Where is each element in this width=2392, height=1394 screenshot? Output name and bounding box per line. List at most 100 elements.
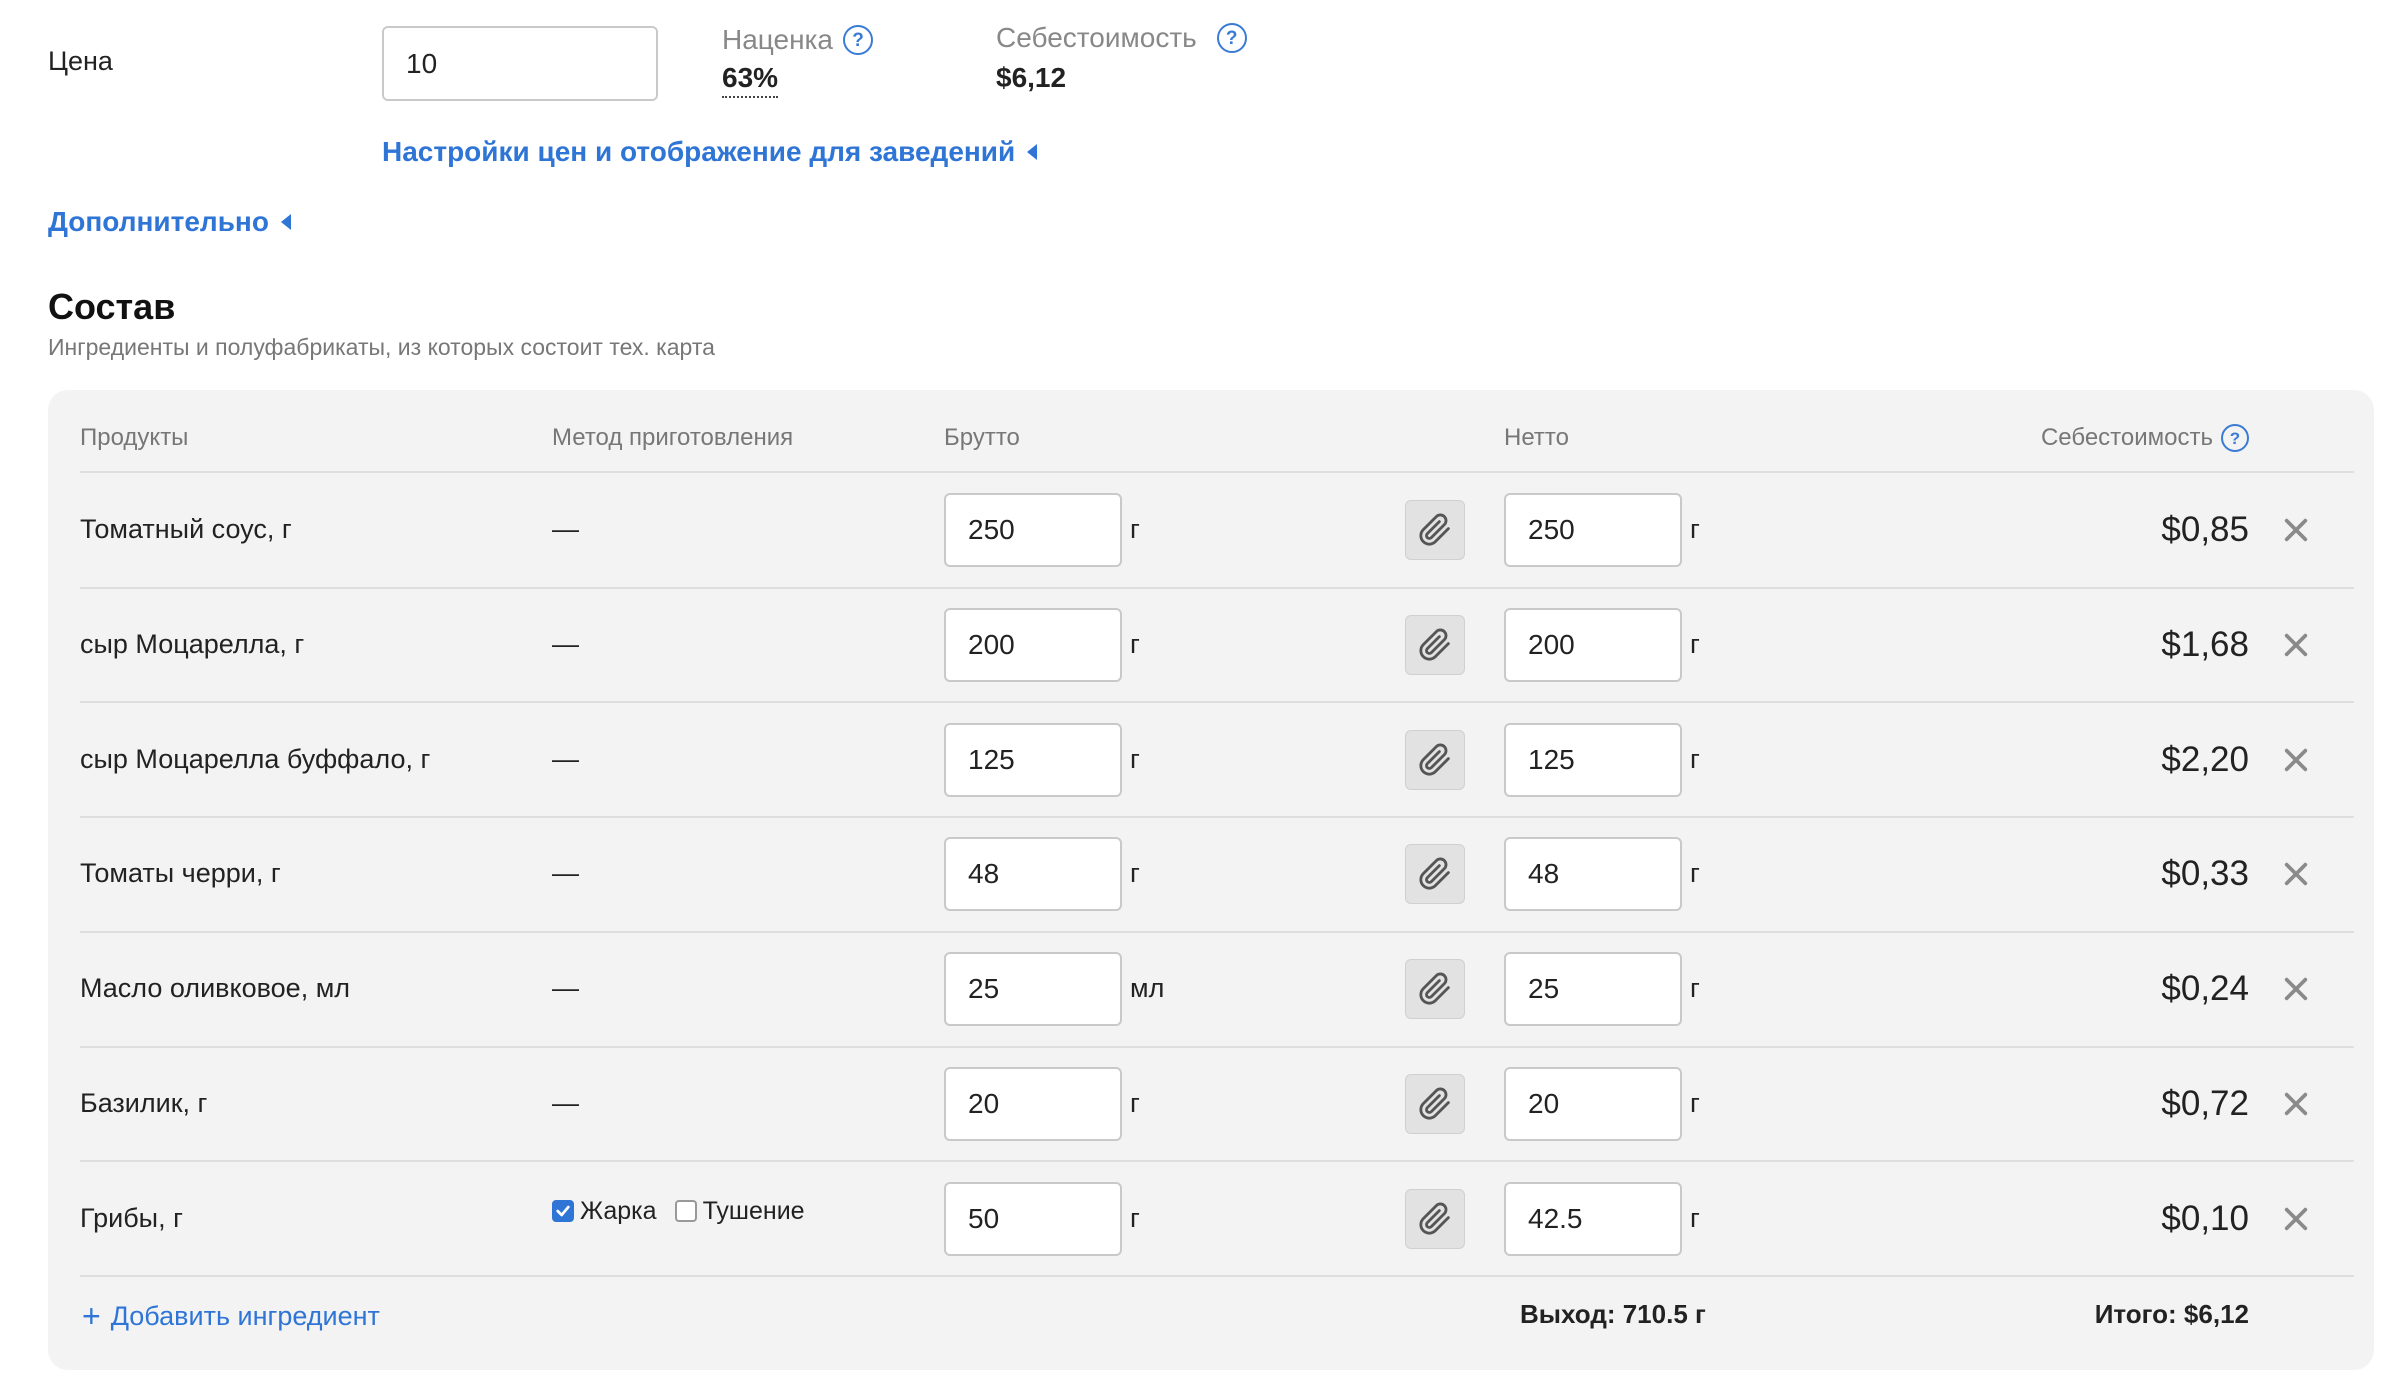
gross-unit: мл xyxy=(1130,973,1165,1004)
net-input[interactable] xyxy=(1504,952,1682,1027)
attach-button[interactable] xyxy=(1405,959,1465,1020)
attach-button[interactable] xyxy=(1405,1073,1465,1134)
remove-ingredient-button[interactable] xyxy=(2280,858,2312,890)
gross-unit: г xyxy=(1130,743,1140,774)
header-products: Продукты xyxy=(80,424,189,451)
net-unit: г xyxy=(1690,1087,1700,1118)
markup-help-icon[interactable]: ? xyxy=(843,25,873,55)
markup-value[interactable]: 63% xyxy=(722,62,779,98)
method-option-label: Тушение xyxy=(702,1196,805,1225)
cost-label: Себестоимость xyxy=(996,22,1197,53)
method-value: — xyxy=(552,973,579,1004)
remove-ingredient-button[interactable] xyxy=(2280,1088,2312,1120)
attach-button[interactable] xyxy=(1405,844,1465,905)
row-divider xyxy=(80,1274,2354,1277)
ingredient-name: Базилик, г xyxy=(80,1087,208,1118)
net-unit: г xyxy=(1690,973,1700,1004)
method-options: Жарка Тушение xyxy=(552,1197,805,1226)
method-value: — xyxy=(552,514,579,545)
ingredient-name: Томатный соус, г xyxy=(80,514,292,545)
composition-title: Состав xyxy=(48,286,176,327)
paperclip-icon xyxy=(1418,628,1452,662)
cost-help-icon[interactable]: ? xyxy=(1216,23,1247,53)
remove-ingredient-button[interactable] xyxy=(2280,629,2312,661)
close-icon xyxy=(2282,1090,2310,1118)
gross-unit: г xyxy=(1130,1087,1140,1118)
row-divider xyxy=(80,816,2354,819)
recipe-card-editor: Цена $ Наценка ? 63% Себестоимость ? $6,… xyxy=(0,0,2392,1394)
gross-input[interactable] xyxy=(944,608,1122,683)
paperclip-icon xyxy=(1418,743,1452,777)
row-divider xyxy=(80,586,2354,589)
attach-button[interactable] xyxy=(1405,1188,1465,1249)
ingredient-name: сыр Моцарелла, г xyxy=(80,629,305,660)
gross-input[interactable] xyxy=(944,1066,1122,1141)
yield-total: Выход: 710.5 г xyxy=(1520,1299,1706,1329)
remove-ingredient-button[interactable] xyxy=(2280,1203,2312,1235)
method-value: — xyxy=(552,1087,579,1118)
gross-input[interactable] xyxy=(944,952,1122,1027)
close-icon xyxy=(2282,1205,2310,1233)
remove-ingredient-button[interactable] xyxy=(2280,973,2312,1005)
add-ingredient-label: Добавить ингредиент xyxy=(110,1301,380,1331)
ingredient-cost: $2,20 xyxy=(2161,739,2249,779)
close-icon xyxy=(2282,631,2310,659)
price-input[interactable] xyxy=(384,28,656,99)
paperclip-icon xyxy=(1418,1202,1452,1236)
ingredient-cost: $0,33 xyxy=(2161,854,2249,894)
method-option-label: Жарка xyxy=(580,1196,657,1225)
header-method: Метод приготовления xyxy=(552,424,794,451)
ingredient-cost: $0,72 xyxy=(2161,1083,2249,1123)
gross-input[interactable] xyxy=(944,1181,1122,1256)
remove-ingredient-button[interactable] xyxy=(2280,514,2312,546)
cost-value: $6,12 xyxy=(996,62,1067,93)
attach-button[interactable] xyxy=(1405,500,1465,561)
method-option-checkbox[interactable]: Жарка xyxy=(552,1197,657,1226)
attach-button[interactable] xyxy=(1405,615,1465,676)
net-unit: г xyxy=(1690,858,1700,889)
net-input[interactable] xyxy=(1504,493,1682,568)
header-cost: Себестоимость xyxy=(2040,424,2213,451)
unchecked-checkbox-icon[interactable] xyxy=(674,1200,697,1223)
gross-input[interactable] xyxy=(944,837,1122,912)
caret-left-icon xyxy=(280,214,291,230)
header-cost-help-icon[interactable]: ? xyxy=(2221,424,2249,452)
price-field: $ xyxy=(382,26,658,101)
row-divider xyxy=(80,1045,2354,1048)
ingredient-name: Масло оливковое, мл xyxy=(80,973,351,1004)
net-input[interactable] xyxy=(1504,1066,1682,1141)
add-ingredient-button[interactable]: + Добавить ингредиент xyxy=(82,1298,380,1335)
composition-subtitle: Ингредиенты и полуфабрикаты, из которых … xyxy=(48,334,715,360)
cost-total: Итого: $6,12 xyxy=(2094,1299,2249,1329)
net-input[interactable] xyxy=(1504,722,1682,797)
net-input[interactable] xyxy=(1504,837,1682,912)
net-input[interactable] xyxy=(1504,1181,1682,1256)
markup-label-group: Наценка ? xyxy=(722,24,873,56)
close-icon xyxy=(2282,975,2310,1003)
net-unit: г xyxy=(1690,743,1700,774)
cost-label-group: Себестоимость ? xyxy=(996,22,1247,54)
markup-label: Наценка xyxy=(722,24,833,55)
header-cost-group: Себестоимость ? xyxy=(2041,424,2249,452)
ingredient-cost: $0,85 xyxy=(2161,510,2249,550)
gross-input[interactable] xyxy=(944,722,1122,797)
paperclip-icon xyxy=(1418,1087,1452,1121)
header-net: Нетто xyxy=(1504,424,1569,451)
row-divider xyxy=(80,930,2354,933)
ingredient-name: Томаты черри, г xyxy=(80,858,281,889)
net-unit: г xyxy=(1690,514,1700,545)
gross-unit: г xyxy=(1130,858,1140,889)
method-value: — xyxy=(552,743,579,774)
method-option-checkbox[interactable]: Тушение xyxy=(674,1196,805,1226)
attach-button[interactable] xyxy=(1405,729,1465,790)
gross-input[interactable] xyxy=(944,493,1122,568)
additional-link[interactable]: Дополнительно xyxy=(48,206,291,238)
close-icon xyxy=(2282,516,2310,544)
checked-checkbox-icon[interactable] xyxy=(552,1200,574,1223)
row-divider xyxy=(80,1160,2354,1163)
plus-icon: + xyxy=(82,1298,101,1334)
price-settings-link[interactable]: Настройки цен и отображение для заведени… xyxy=(382,136,1038,168)
remove-ingredient-button[interactable] xyxy=(2280,744,2312,776)
net-input[interactable] xyxy=(1504,608,1682,683)
header-gross: Брутто xyxy=(944,424,1020,451)
